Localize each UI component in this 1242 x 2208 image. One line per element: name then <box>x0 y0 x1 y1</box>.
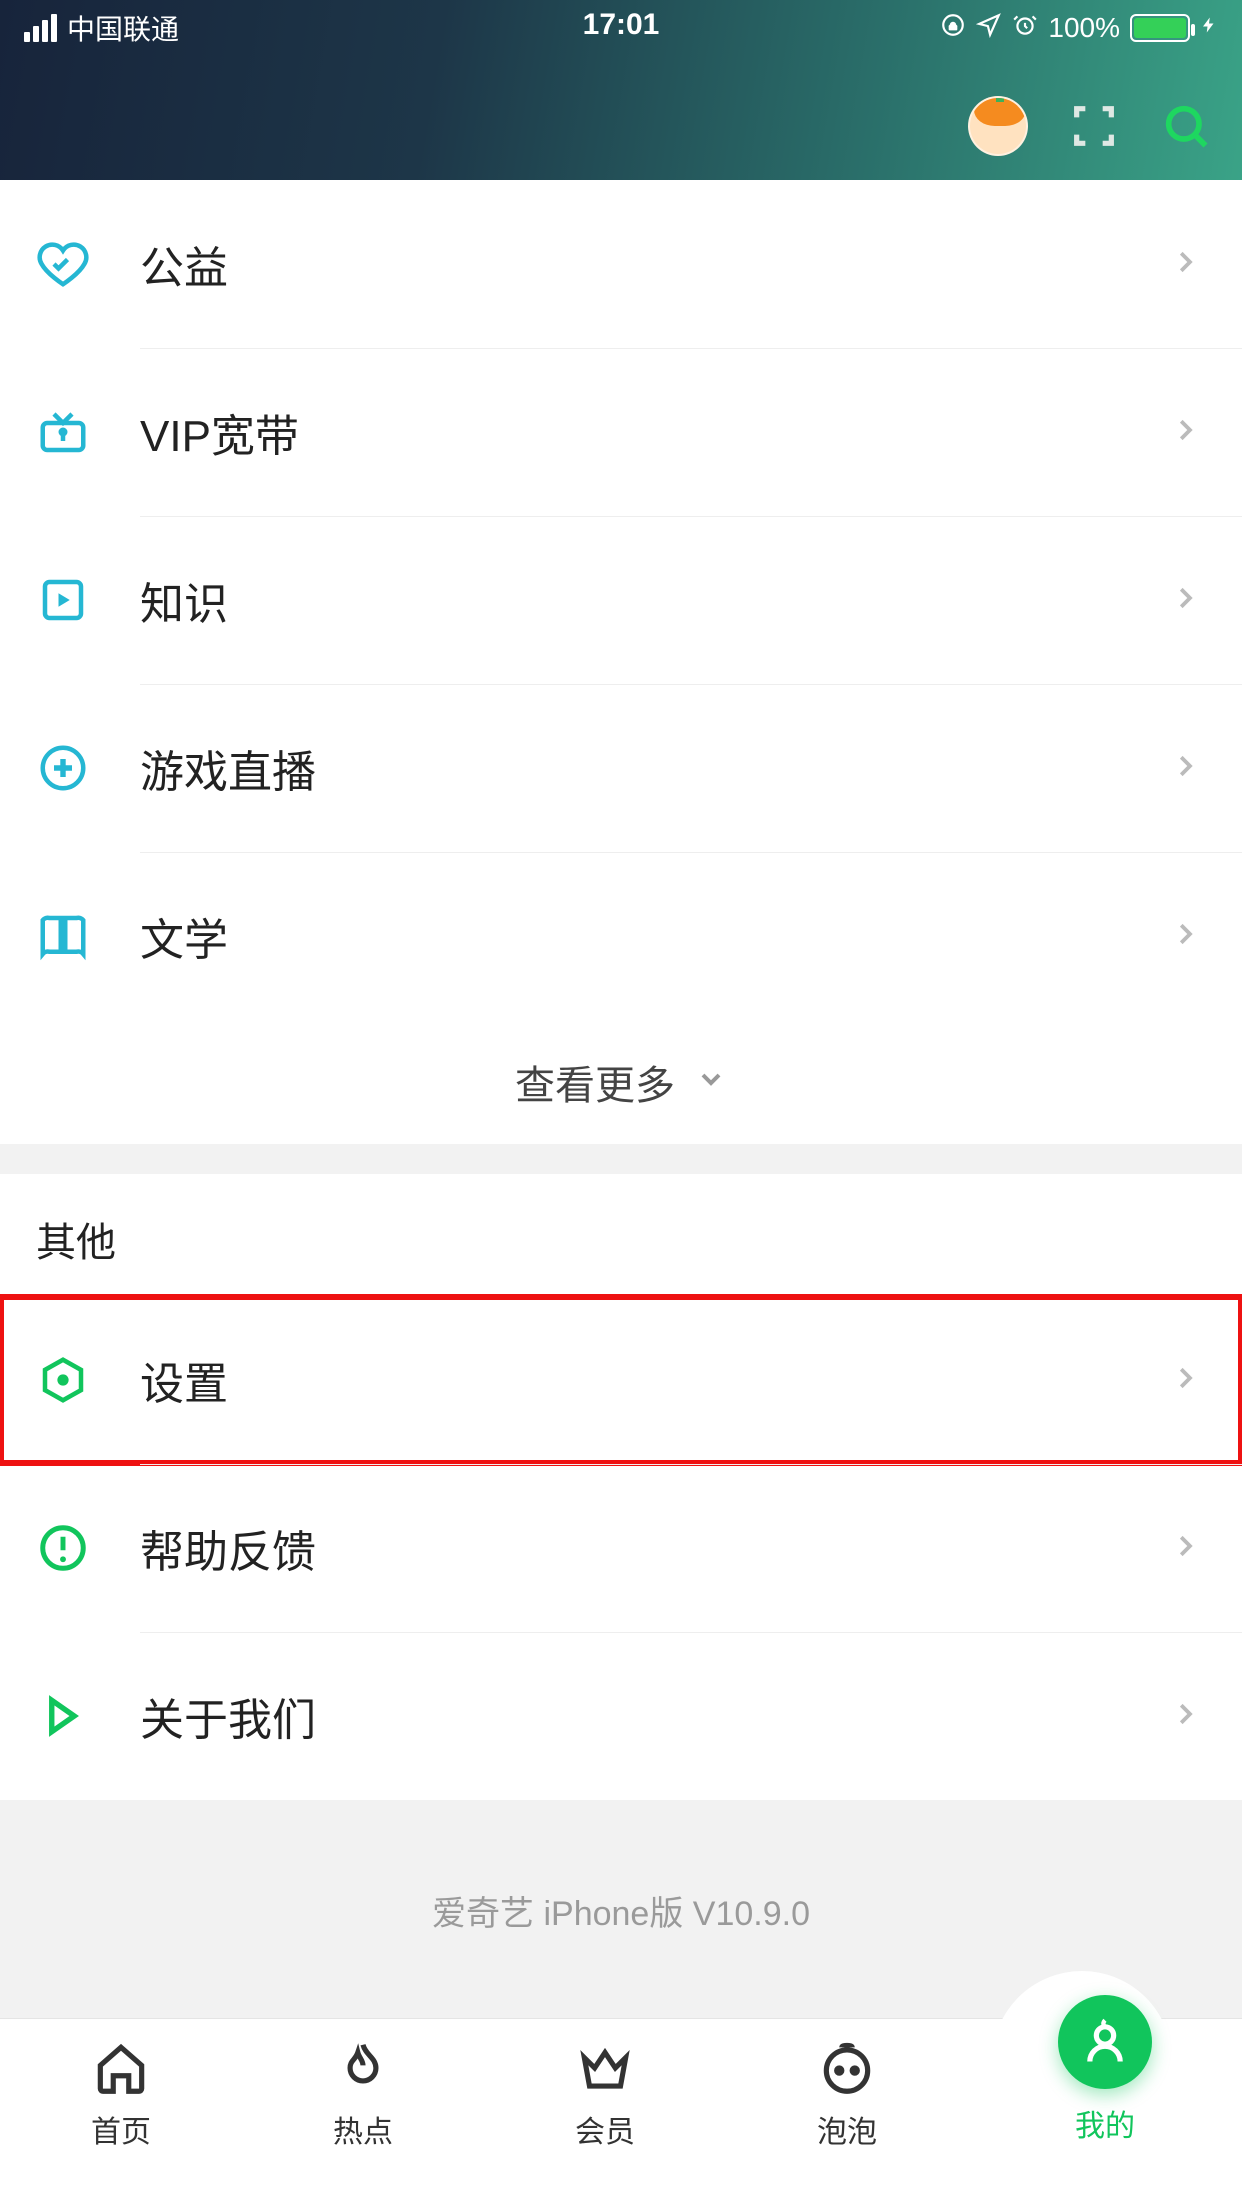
tab-label: 我的 <box>1075 2101 1135 2145</box>
tab-home[interactable]: 首页 <box>90 2037 152 2151</box>
search-icon[interactable] <box>1160 100 1212 152</box>
status-bar: 中国联通 17:01 100% <box>0 0 1242 56</box>
tab-mine[interactable]: 我的 <box>1058 1995 1152 2145</box>
services-section: 公益 VIP宽带 知识 游戏直播 文学 查看更多 <box>0 180 1242 1144</box>
row-charity[interactable]: 公益 <box>0 180 1242 348</box>
about-icon <box>36 1689 140 1743</box>
play-square-icon <box>36 573 140 627</box>
tab-paopao[interactable]: 泡泡 <box>816 2037 878 2151</box>
scan-icon[interactable] <box>1068 100 1120 152</box>
chevron-right-icon <box>1170 583 1200 618</box>
alarm-icon <box>1012 12 1038 45</box>
tab-label: 首页 <box>91 2107 151 2151</box>
tab-vip[interactable]: 会员 <box>574 2037 636 2151</box>
settings-icon <box>36 1353 140 1407</box>
battery-pct-label: 100% <box>1048 12 1120 44</box>
header: 中国联通 17:01 100% <box>0 0 1242 180</box>
section-title: 其他 <box>0 1174 1242 1296</box>
heart-icon <box>36 237 140 291</box>
row-label: VIP宽带 <box>140 400 1170 464</box>
row-label: 文学 <box>140 904 1170 968</box>
carrier-label: 中国联通 <box>67 8 179 48</box>
chevron-right-icon <box>1170 415 1200 450</box>
row-label: 关于我们 <box>140 1684 1170 1748</box>
see-more-button[interactable]: 查看更多 <box>0 1020 1242 1144</box>
tv-box-icon <box>36 405 140 459</box>
clock-label: 17:01 <box>583 8 660 42</box>
profile-icon <box>1058 1995 1152 2089</box>
charging-icon <box>1200 11 1218 46</box>
row-label: 公益 <box>140 232 1170 296</box>
signal-icon <box>24 14 57 42</box>
row-label: 游戏直播 <box>140 736 1170 800</box>
chevron-right-icon <box>1170 751 1200 786</box>
lock-rotation-icon <box>940 12 966 45</box>
row-label: 知识 <box>140 568 1170 632</box>
avatar[interactable] <box>968 96 1028 156</box>
row-help-feedback[interactable]: 帮助反馈 <box>0 1464 1242 1632</box>
battery-icon <box>1130 14 1190 42</box>
chevron-down-icon <box>695 1060 727 1105</box>
row-vip-broadband[interactable]: VIP宽带 <box>0 348 1242 516</box>
tab-label: 会员 <box>575 2107 635 2151</box>
see-more-label: 查看更多 <box>515 1053 675 1111</box>
location-icon <box>976 12 1002 45</box>
chevron-right-icon <box>1170 1363 1200 1398</box>
help-icon <box>36 1521 140 1575</box>
tab-hot[interactable]: 热点 <box>332 2037 394 2151</box>
chevron-right-icon <box>1170 247 1200 282</box>
others-section: 其他 设置 帮助反馈 关于我们 <box>0 1174 1242 1800</box>
row-label: 帮助反馈 <box>140 1516 1170 1580</box>
row-settings[interactable]: 设置 <box>0 1296 1242 1464</box>
row-label: 设置 <box>140 1348 1170 1412</box>
tab-label: 热点 <box>333 2107 393 2151</box>
row-literature[interactable]: 文学 <box>0 852 1242 1020</box>
tab-bar: 首页 热点 会员 泡泡 我的 <box>0 2018 1242 2208</box>
chevron-right-icon <box>1170 1699 1200 1734</box>
book-icon <box>36 909 140 963</box>
chevron-right-icon <box>1170 1531 1200 1566</box>
game-live-icon <box>36 741 140 795</box>
tab-label: 泡泡 <box>817 2107 877 2151</box>
chevron-right-icon <box>1170 919 1200 954</box>
row-game-live[interactable]: 游戏直播 <box>0 684 1242 852</box>
row-knowledge[interactable]: 知识 <box>0 516 1242 684</box>
row-about[interactable]: 关于我们 <box>0 1632 1242 1800</box>
